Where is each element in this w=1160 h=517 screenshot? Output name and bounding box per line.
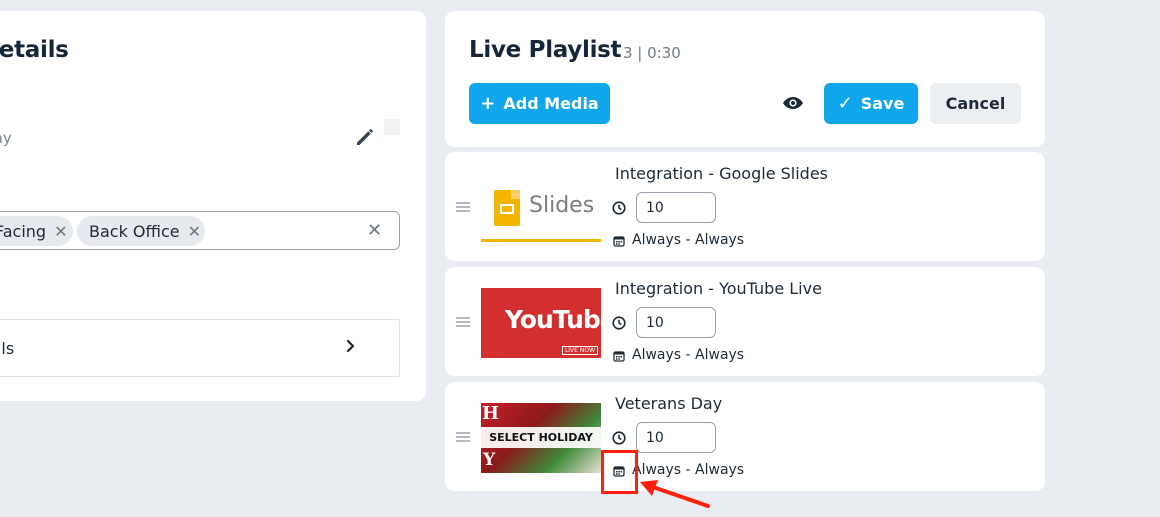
checkbox[interactable]	[384, 119, 400, 135]
playlist-item: H SELECT HOLIDAY Y Veterans Day Always -…	[445, 382, 1045, 491]
calendar-icon[interactable]	[613, 350, 625, 362]
drag-handle-icon[interactable]	[456, 202, 470, 212]
remove-tag-icon[interactable]: ✕	[54, 222, 67, 241]
duration-input[interactable]	[636, 307, 716, 338]
tag-chip: Back Office ✕	[77, 216, 205, 246]
playlist-item: Slides Integration - Google Slides Alway…	[445, 152, 1045, 261]
save-button[interactable]: ✓ Save	[824, 83, 918, 124]
schedule-label[interactable]: Always - Always	[632, 462, 744, 478]
clear-tags-icon[interactable]: ✕	[367, 220, 382, 241]
details-row-label: etails	[0, 339, 15, 358]
thumbnail-art: Y	[483, 450, 496, 470]
clock-icon	[612, 316, 626, 330]
clock-icon	[612, 431, 626, 445]
tag-label: Back Office	[89, 221, 180, 241]
details-panel: Details e play Facing ✕ Back Office ✕ ✕ …	[0, 11, 426, 401]
item-thumbnail: H SELECT HOLIDAY Y	[481, 403, 601, 473]
eye-icon[interactable]	[782, 94, 804, 112]
calendar-icon[interactable]	[613, 235, 625, 247]
add-media-button[interactable]: + Add Media	[469, 83, 610, 124]
drag-handle-icon[interactable]	[456, 432, 470, 442]
tag-chip: Facing ✕	[0, 216, 73, 246]
playlist-item: YouTube LIVE NOW Integration - YouTube L…	[445, 267, 1045, 376]
playlist-title: Live Playlist	[469, 37, 622, 63]
cancel-button[interactable]: Cancel	[930, 83, 1021, 124]
duration-input[interactable]	[636, 422, 716, 453]
playlist-meta: 3 | 0:30	[623, 44, 681, 62]
tag-label: Facing	[0, 221, 47, 241]
google-slides-logo-icon	[494, 190, 520, 226]
pencil-icon[interactable]	[353, 125, 377, 149]
remove-tag-icon[interactable]: ✕	[188, 222, 201, 241]
annotation-highlight-box	[601, 450, 638, 494]
item-title: Veterans Day	[615, 394, 723, 413]
add-media-label: Add Media	[503, 94, 599, 113]
clock-icon	[612, 201, 626, 215]
schedule-label[interactable]: Always - Always	[632, 232, 744, 248]
field-value: play	[0, 129, 12, 147]
item-thumbnail: Slides	[481, 173, 601, 243]
details-title: Details	[0, 37, 69, 63]
thumbnail-text: Slides	[529, 193, 595, 218]
save-label: Save	[860, 94, 905, 113]
live-badge: LIVE NOW	[561, 346, 598, 355]
schedule-label[interactable]: Always - Always	[632, 347, 744, 363]
thumbnail-text: YouTube	[505, 305, 601, 334]
thumbnail-text: SELECT HOLIDAY	[481, 427, 601, 448]
check-icon: ✓	[837, 93, 853, 114]
chevron-right-icon	[346, 339, 355, 353]
playlist-header: Live Playlist 3 | 0:30 + Add Media ✓ Sav…	[445, 11, 1045, 147]
annotation-arrow-icon	[640, 480, 710, 508]
item-thumbnail: YouTube LIVE NOW	[481, 288, 601, 358]
thumbnail-art: H	[482, 403, 500, 424]
item-title: Integration - YouTube Live	[615, 279, 822, 298]
item-title: Integration - Google Slides	[615, 164, 828, 183]
drag-handle-icon[interactable]	[456, 317, 470, 327]
plus-icon: +	[480, 93, 496, 114]
details-link-row[interactable]: etails	[0, 319, 400, 377]
tags-input[interactable]: Facing ✕ Back Office ✕ ✕	[0, 211, 400, 250]
duration-input[interactable]	[636, 192, 716, 223]
